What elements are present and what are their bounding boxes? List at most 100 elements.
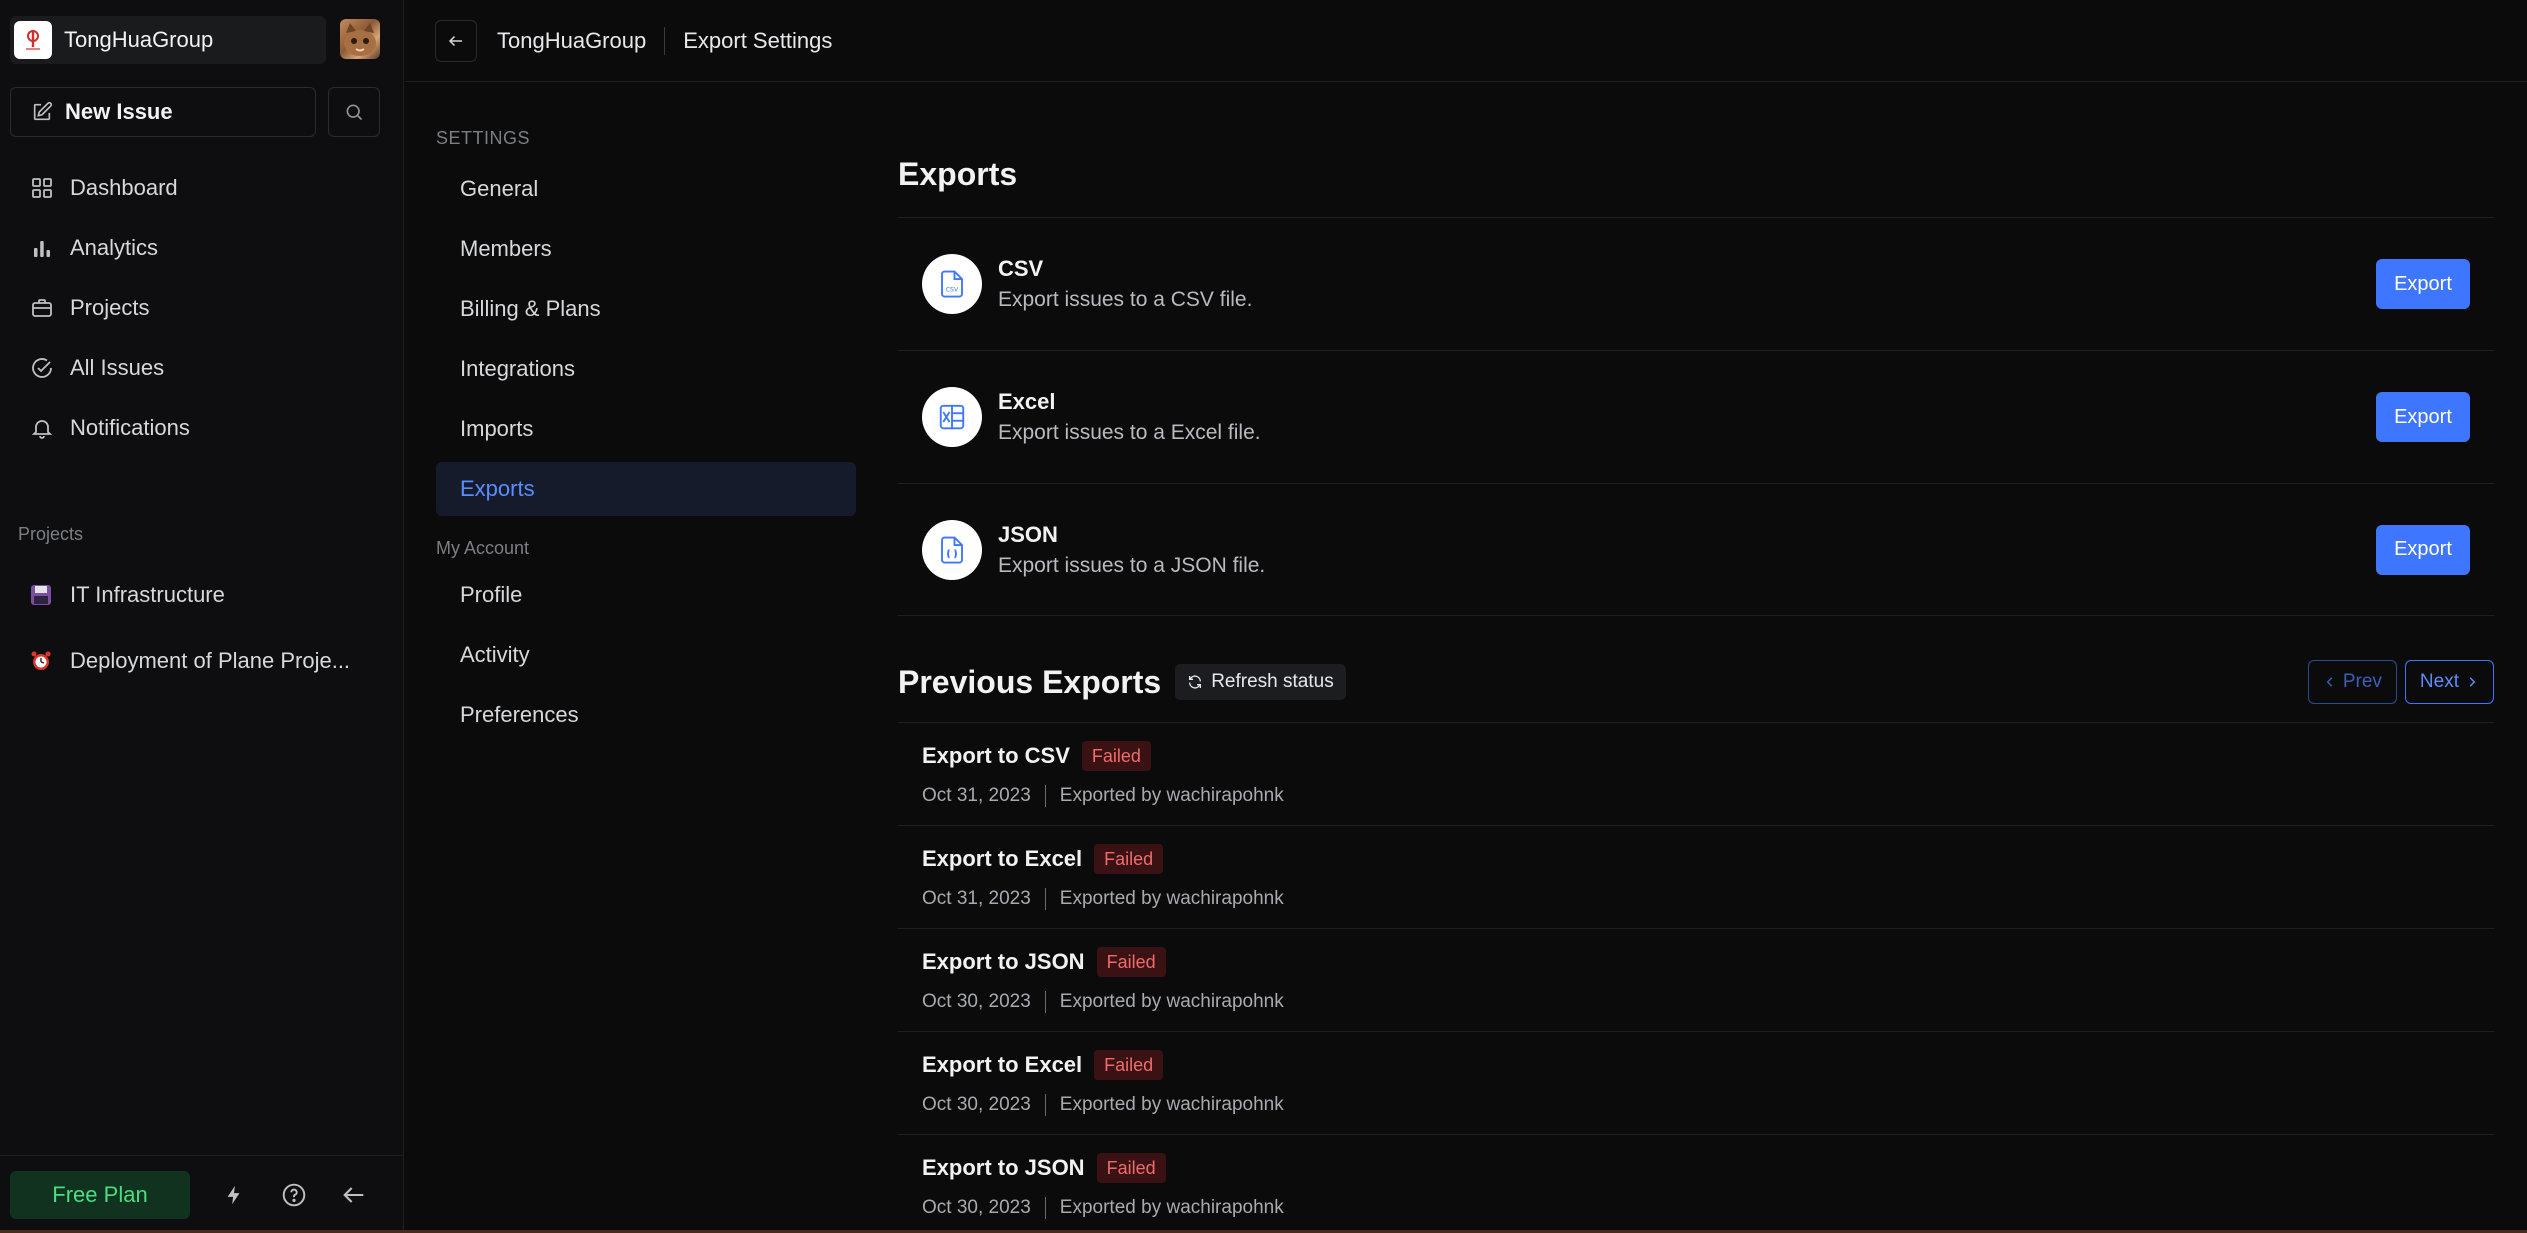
free-plan-button[interactable]: Free Plan [10, 1170, 190, 1219]
format-name: JSON [998, 521, 1058, 547]
export-name: Export to JSON [922, 1155, 1085, 1180]
format-name: Excel [998, 389, 1056, 414]
nav-label: Projects [70, 295, 150, 320]
refresh-icon [1189, 675, 1202, 689]
export-date: Oct 30, 2023 [922, 991, 1031, 1012]
project-label: IT Infrastructure [70, 582, 225, 607]
settings-nav: SETTINGS General Members Billing & Plans… [436, 128, 856, 745]
nav-label: Dashboard [70, 175, 178, 200]
export-name: Export to JSON [922, 949, 1085, 974]
account-item-preferences[interactable]: Preferences [436, 685, 856, 745]
settings-item-billing[interactable]: Billing & Plans [436, 279, 856, 339]
export-author: Exported by wachirapohnk [1059, 1094, 1284, 1115]
nav-notifications[interactable]: Notifications [10, 398, 394, 458]
export-name: Export to CSV [922, 743, 1070, 768]
status-badge: Failed [1096, 1153, 1166, 1183]
nav-label: Analytics [70, 235, 159, 260]
format-description: Export issues to a CSV file. [998, 288, 1253, 311]
help-button[interactable] [264, 1171, 324, 1219]
collapse-sidebar-button[interactable] [324, 1171, 384, 1219]
meta-divider [1044, 888, 1046, 910]
workspace-name: TongHuaGroup [64, 27, 214, 52]
excel-file-icon [922, 387, 982, 447]
page-title: Export Settings [683, 27, 833, 53]
project-item-deployment[interactable]: Deployment of Plane Proje... [10, 628, 394, 694]
pencil-square-icon [33, 101, 53, 121]
export-format-list: CSV CSV Export issues to a CSV file. Exp… [898, 217, 2494, 616]
pagination: Prev Next [2307, 660, 2494, 704]
back-button[interactable] [435, 19, 477, 62]
status-badge: Failed [1094, 844, 1164, 874]
meta-divider [1044, 785, 1046, 807]
lightning-icon [227, 1185, 240, 1204]
check-circle-icon [32, 358, 52, 378]
breadcrumb-workspace[interactable]: TongHuaGroup [497, 28, 646, 54]
chevron-right-icon [2469, 677, 2476, 687]
format-name: CSV [998, 256, 1044, 281]
previous-exports-header: Previous Exports Refresh status Prev Nex… [898, 660, 2494, 704]
export-excel-button[interactable]: Export [2376, 392, 2470, 442]
settings-item-imports[interactable]: Imports [436, 399, 856, 459]
new-issue-button[interactable]: New Issue [10, 87, 316, 137]
meta-divider [1044, 1094, 1046, 1116]
help-circle-icon [282, 1183, 306, 1206]
export-date: Oct 31, 2023 [922, 888, 1031, 909]
csv-file-icon: CSV [922, 254, 982, 314]
list-item: Export to Excel Failed Oct 31, 2023 Expo… [898, 825, 2494, 928]
prev-label: Prev [2342, 671, 2382, 692]
nav-all-issues[interactable]: All Issues [10, 338, 394, 398]
previous-exports-heading: Previous Exports [898, 663, 1162, 700]
format-description: Export issues to a Excel file. [998, 421, 1261, 444]
list-item: Export to CSV Failed Oct 31, 2023 Export… [898, 722, 2494, 825]
account-item-profile[interactable]: Profile [436, 565, 856, 625]
settings-item-integrations[interactable]: Integrations [436, 339, 856, 399]
arrow-left-icon [448, 35, 462, 46]
nav-label: All Issues [70, 355, 165, 380]
list-item: Export to JSON Failed Oct 30, 2023 Expor… [898, 1134, 2494, 1233]
nav-projects[interactable]: Projects [10, 278, 394, 338]
list-item: Export to Excel Failed Oct 30, 2023 Expo… [898, 1031, 2494, 1134]
grid-icon [32, 178, 52, 198]
project-item-it-infrastructure[interactable]: IT Infrastructure [10, 562, 394, 628]
status-badge: Failed [1081, 741, 1151, 771]
user-avatar[interactable] [340, 19, 380, 59]
search-button[interactable] [328, 87, 380, 137]
export-format-row: CSV CSV Export issues to a CSV file. Exp… [898, 217, 2494, 350]
export-date: Oct 30, 2023 [922, 1197, 1031, 1218]
export-csv-button[interactable]: Export [2376, 259, 2470, 309]
export-json-button[interactable]: Export [2376, 524, 2470, 575]
project-label: Deployment of Plane Proje... [70, 648, 351, 673]
format-description: Export issues to a JSON file. [998, 553, 1266, 577]
shortcuts-button[interactable] [204, 1171, 264, 1219]
meta-divider [1044, 991, 1046, 1013]
nav-analytics[interactable]: Analytics [10, 218, 394, 278]
export-date: Oct 30, 2023 [922, 1094, 1031, 1115]
meta-divider [1044, 1197, 1046, 1219]
export-author: Exported by wachirapohnk [1059, 1197, 1284, 1218]
refresh-status-button[interactable]: Refresh status [1175, 664, 1346, 700]
arrow-left-icon [343, 1186, 364, 1203]
sidebar: TongHuaGroup New Issue Dashboard Analyti… [0, 0, 404, 1233]
alarm-clock-emoji-icon [31, 651, 51, 670]
settings-item-general[interactable]: General [436, 159, 856, 219]
account-item-activity[interactable]: Activity [436, 625, 856, 685]
account-section-label: My Account [436, 538, 530, 558]
export-name: Export to Excel [922, 1052, 1083, 1077]
project-list: IT Infrastructure Deployment of Plane Pr… [10, 562, 394, 694]
export-format-row: JSON Export issues to a JSON file. Expor… [898, 483, 2494, 616]
list-item: Export to JSON Failed Oct 30, 2023 Expor… [898, 928, 2494, 1031]
status-badge: Failed [1096, 947, 1166, 977]
export-date: Oct 31, 2023 [922, 785, 1031, 806]
json-file-icon [922, 519, 982, 580]
svg-text:CSV: CSV [946, 287, 959, 294]
nav-dashboard[interactable]: Dashboard [10, 158, 394, 218]
search-icon [346, 104, 363, 121]
next-page-button[interactable]: Next [2404, 660, 2494, 704]
chevron-left-icon [2326, 677, 2333, 687]
settings-item-members[interactable]: Members [436, 219, 856, 279]
export-format-row: Excel Export issues to a Excel file. Exp… [898, 350, 2494, 483]
exports-heading: Exports [898, 156, 1018, 192]
prev-page-button[interactable]: Prev [2307, 660, 2397, 704]
workspace-switcher[interactable]: TongHuaGroup [10, 16, 326, 64]
settings-item-exports[interactable]: Exports [436, 462, 856, 516]
